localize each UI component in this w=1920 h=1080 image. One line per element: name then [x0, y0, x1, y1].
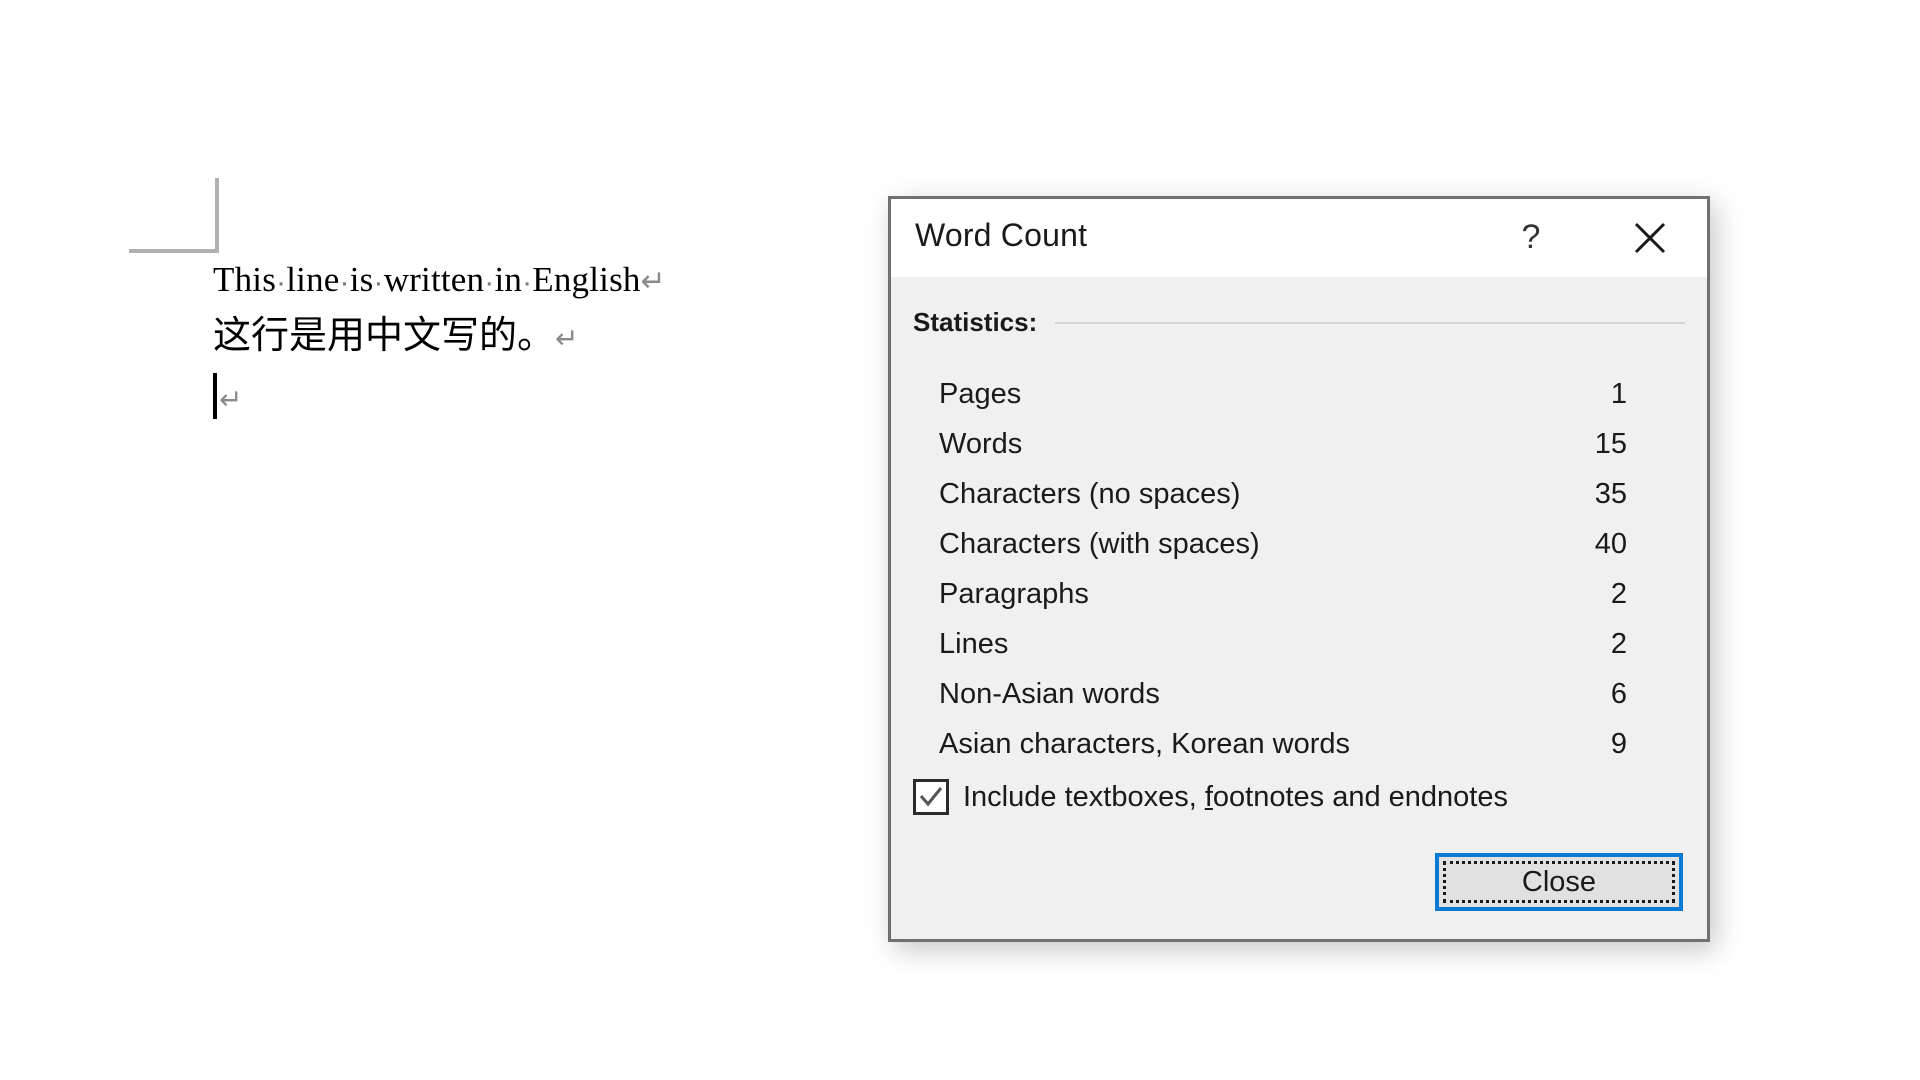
paragraph-mark-icon: ↵ [555, 322, 579, 355]
stat-label: Asian characters, Korean words [939, 727, 1351, 760]
stat-value: 15 [1594, 427, 1627, 460]
checkbox-label-part2: ootnotes and endnotes [1212, 780, 1508, 813]
space-dot-icon: · [339, 265, 350, 299]
table-row: Asian characters, Korean words 9 [891, 719, 1707, 769]
text-boundary-corner-mark [129, 178, 219, 253]
stat-label: Characters (no spaces) [939, 477, 1241, 510]
table-row: Words 15 [891, 419, 1707, 469]
stat-label: Paragraphs [939, 577, 1089, 610]
table-row: Non-Asian words 6 [891, 669, 1707, 719]
include-textboxes-checkbox-row[interactable]: Include textboxes, footnotes and endnote… [913, 779, 1508, 815]
stat-value: 9 [1610, 727, 1627, 760]
document-text-body[interactable]: This·line·is·written·in·English↵ 这行是用中文写… [213, 262, 913, 429]
statistics-section-header: Statistics: [913, 307, 1685, 338]
stat-label: Characters (with spaces) [939, 527, 1260, 560]
table-row: Characters (with spaces) 40 [891, 519, 1707, 569]
doc-word: is [349, 260, 374, 299]
dialog-body: Statistics: Pages 1 Words 15 Characters … [891, 277, 1707, 939]
help-icon[interactable]: ? [1507, 213, 1555, 261]
checkbox-label-part1: Include textboxes, [963, 780, 1205, 813]
table-row: Pages 1 [891, 369, 1707, 419]
stat-value: 6 [1610, 677, 1627, 710]
stat-label: Non-Asian words [939, 677, 1160, 710]
doc-word: line [286, 260, 340, 299]
stat-value: 2 [1610, 577, 1627, 610]
table-row: Lines 2 [891, 619, 1707, 669]
checkbox-checked-icon[interactable] [913, 779, 949, 815]
table-row: Paragraphs 2 [891, 569, 1707, 619]
document-line-empty[interactable]: ↵ [213, 373, 913, 429]
doc-word: in [494, 260, 523, 299]
dialog-titlebar[interactable]: Word Count ? [891, 199, 1707, 277]
close-icon[interactable] [1625, 213, 1675, 263]
doc-text: 这行是用中文写的。 [213, 313, 556, 357]
paragraph-mark-icon: ↵ [219, 383, 243, 416]
stat-value: 35 [1594, 477, 1627, 510]
doc-word: This [213, 260, 277, 299]
checkbox-label: Include textboxes, footnotes and endnote… [963, 781, 1508, 814]
margin-mark-horizontal [129, 249, 219, 253]
space-dot-icon: · [276, 265, 287, 299]
statistics-label: Statistics: [913, 307, 1038, 337]
space-dot-icon: · [373, 265, 384, 299]
dialog-title: Word Count [915, 217, 1088, 253]
stat-label: Words [939, 427, 1023, 460]
close-button[interactable]: Close [1435, 853, 1683, 911]
stat-value: 40 [1594, 527, 1627, 560]
stat-label: Pages [939, 377, 1022, 410]
doc-word: written [383, 260, 485, 299]
space-dot-icon: · [484, 265, 495, 299]
document-line-chinese[interactable]: 这行是用中文写的。↵ [213, 314, 913, 373]
close-button-label: Close [1521, 865, 1597, 898]
stat-label: Lines [939, 627, 1009, 660]
text-caret [213, 373, 217, 419]
stat-value: 1 [1610, 377, 1627, 410]
doc-word: English [532, 260, 641, 299]
screen: This·line·is·written·in·English↵ 这行是用中文写… [0, 0, 1920, 1080]
section-divider [1055, 321, 1685, 324]
space-dot-icon: · [522, 265, 533, 299]
word-count-dialog[interactable]: Word Count ? Statistics: Pages 1 Words 1… [888, 196, 1710, 942]
stat-value: 2 [1610, 627, 1627, 660]
table-row: Characters (no spaces) 35 [891, 469, 1707, 519]
margin-mark-vertical [215, 178, 219, 253]
statistics-list: Pages 1 Words 15 Characters (no spaces) … [891, 369, 1707, 769]
checkbox-label-accelerator: f [1204, 780, 1213, 813]
document-line-english[interactable]: This·line·is·written·in·English↵ [213, 262, 913, 314]
paragraph-mark-icon: ↵ [640, 264, 666, 299]
